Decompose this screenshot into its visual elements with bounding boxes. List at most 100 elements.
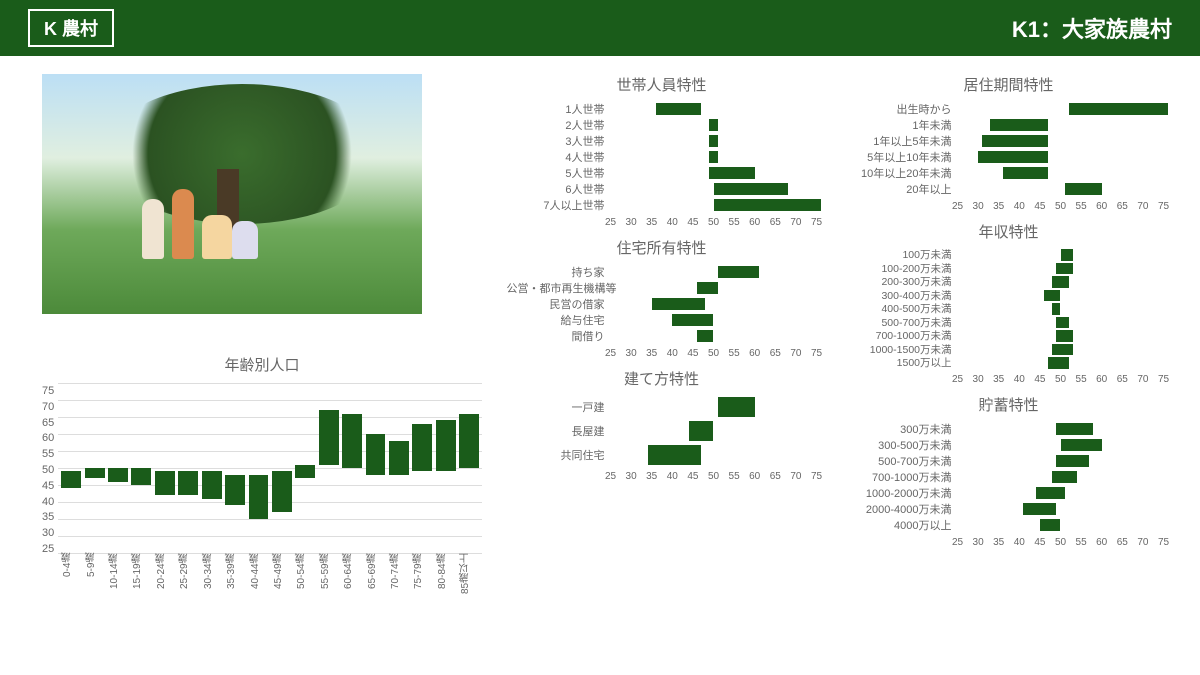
- bar-label: 1年以上5年未満: [854, 133, 958, 149]
- chart-savings: 貯蓄特性 300万未満300-500万未満500-700万未満700-1000万未…: [841, 394, 1176, 551]
- bar: [990, 119, 1048, 131]
- bar: [1069, 103, 1168, 115]
- age-bar: [225, 475, 245, 506]
- age-bar: [412, 424, 432, 472]
- bar: [709, 119, 717, 131]
- bar-label: 4人世帯: [507, 149, 611, 165]
- age-bar: [319, 410, 339, 464]
- bar-label: 2人世帯: [507, 117, 611, 133]
- bar: [697, 282, 718, 294]
- chart-title: 建て方特性: [624, 368, 699, 389]
- chart-ownership: 住宅所有特性持ち家公営・都市再生機構等民営の借家給与住宅間借り253035404…: [494, 237, 829, 362]
- age-bar: [131, 468, 151, 485]
- bar: [1056, 330, 1072, 342]
- chart-title: 年齢別人口: [42, 354, 482, 375]
- age-bar: [272, 471, 292, 512]
- bar-label: 10年以上20年未満: [854, 165, 958, 181]
- bar-label: 出生時から: [854, 101, 958, 117]
- bar: [1056, 455, 1089, 467]
- bar: [714, 183, 788, 195]
- bar-label: 300万未満: [854, 421, 958, 437]
- bar: [1003, 167, 1048, 179]
- bar: [714, 199, 821, 211]
- chart-title: 年収特性: [978, 221, 1038, 242]
- bar: [982, 135, 1048, 147]
- bar: [1052, 344, 1073, 356]
- bar: [652, 298, 706, 310]
- chart-title: 貯蓄特性: [978, 394, 1038, 415]
- bar-label: 1年未満: [854, 117, 958, 133]
- bar-label: 20年以上: [854, 181, 958, 197]
- bar: [1036, 487, 1065, 499]
- bar-label: 持ち家: [507, 264, 611, 280]
- bar-label: 4000万以上: [854, 517, 958, 533]
- age-chart: 年齢別人口 7570656055504540353025 0-4歳5-9歳10-…: [42, 354, 482, 603]
- bar-label: 1500万以上: [854, 355, 958, 370]
- bar: [1052, 471, 1077, 483]
- bar-label: 共同住宅: [507, 447, 611, 463]
- bar: [1052, 303, 1060, 315]
- bar: [697, 330, 713, 342]
- age-bar: [342, 414, 362, 468]
- bar-label: 2000-4000万未満: [854, 501, 958, 517]
- bar: [1056, 317, 1068, 329]
- bar-label: 給与住宅: [507, 312, 611, 328]
- bar: [718, 266, 759, 278]
- bar: [709, 167, 754, 179]
- bar-label: 公営・都市再生機構等: [507, 280, 611, 296]
- bar-label: 1000-2000万未満: [854, 485, 958, 501]
- age-bar: [389, 441, 409, 475]
- bar-label: 間借り: [507, 328, 611, 344]
- bar-label: 300-500万未満: [854, 437, 958, 453]
- bar: [1061, 439, 1102, 451]
- bar-label: 5人世帯: [507, 165, 611, 181]
- age-bar: [178, 471, 198, 495]
- page-title: K1：大家族農村: [1012, 12, 1172, 44]
- bar-label: 5年以上10年未満: [854, 149, 958, 165]
- bar-label: 長屋建: [507, 423, 611, 439]
- age-bar: [366, 434, 386, 475]
- chart-income: 年収特性100万未満100-200万未満200-300万未満300-400万未満…: [841, 221, 1176, 388]
- age-bar: [295, 465, 315, 479]
- chart-title: 世帯人員特性: [616, 74, 706, 95]
- age-bar: [61, 471, 81, 488]
- bar: [689, 421, 714, 441]
- bar: [1056, 263, 1072, 275]
- bar: [709, 135, 717, 147]
- chart-household: 世帯人員特性1人世帯2人世帯3人世帯4人世帯5人世帯6人世帯7人以上世帯2530…: [494, 74, 829, 231]
- bar: [656, 103, 701, 115]
- bar-label: 6人世帯: [507, 181, 611, 197]
- bar: [709, 151, 717, 163]
- bar-label: 7人以上世帯: [507, 197, 611, 213]
- bar-label: 500-700万未満: [854, 453, 958, 469]
- age-bar: [436, 420, 456, 471]
- bar: [1044, 290, 1060, 302]
- bar: [1040, 519, 1061, 531]
- bar: [1023, 503, 1056, 515]
- bar: [718, 397, 755, 417]
- hero-image: [42, 74, 422, 314]
- age-bar: [155, 471, 175, 495]
- bar: [672, 314, 713, 326]
- bar-label: 一戸建: [507, 399, 611, 415]
- category-badge: K 農村: [28, 9, 114, 47]
- bar: [1065, 183, 1102, 195]
- chart-title: 住宅所有特性: [616, 237, 706, 258]
- bar: [978, 151, 1048, 163]
- bar: [1048, 357, 1069, 369]
- chart-title: 居住期間特性: [963, 74, 1053, 95]
- bar-label: 700-1000万未満: [854, 469, 958, 485]
- bar: [1061, 249, 1073, 261]
- age-bar: [108, 468, 128, 482]
- bar: [1056, 423, 1093, 435]
- chart-residence: 居住期間特性出生時から1年未満1年以上5年未満5年以上10年未満10年以上20年…: [841, 74, 1176, 215]
- chart-building: 建て方特性一戸建長屋建共同住宅2530354045505560657075: [494, 368, 829, 485]
- header: K 農村 K1：大家族農村: [0, 0, 1200, 56]
- bar-label: 民営の借家: [507, 296, 611, 312]
- bar: [1052, 276, 1068, 288]
- bar: [648, 445, 702, 465]
- bar-label: 3人世帯: [507, 133, 611, 149]
- age-bar: [85, 468, 105, 478]
- age-bar: [202, 471, 222, 498]
- age-bar: [249, 475, 269, 519]
